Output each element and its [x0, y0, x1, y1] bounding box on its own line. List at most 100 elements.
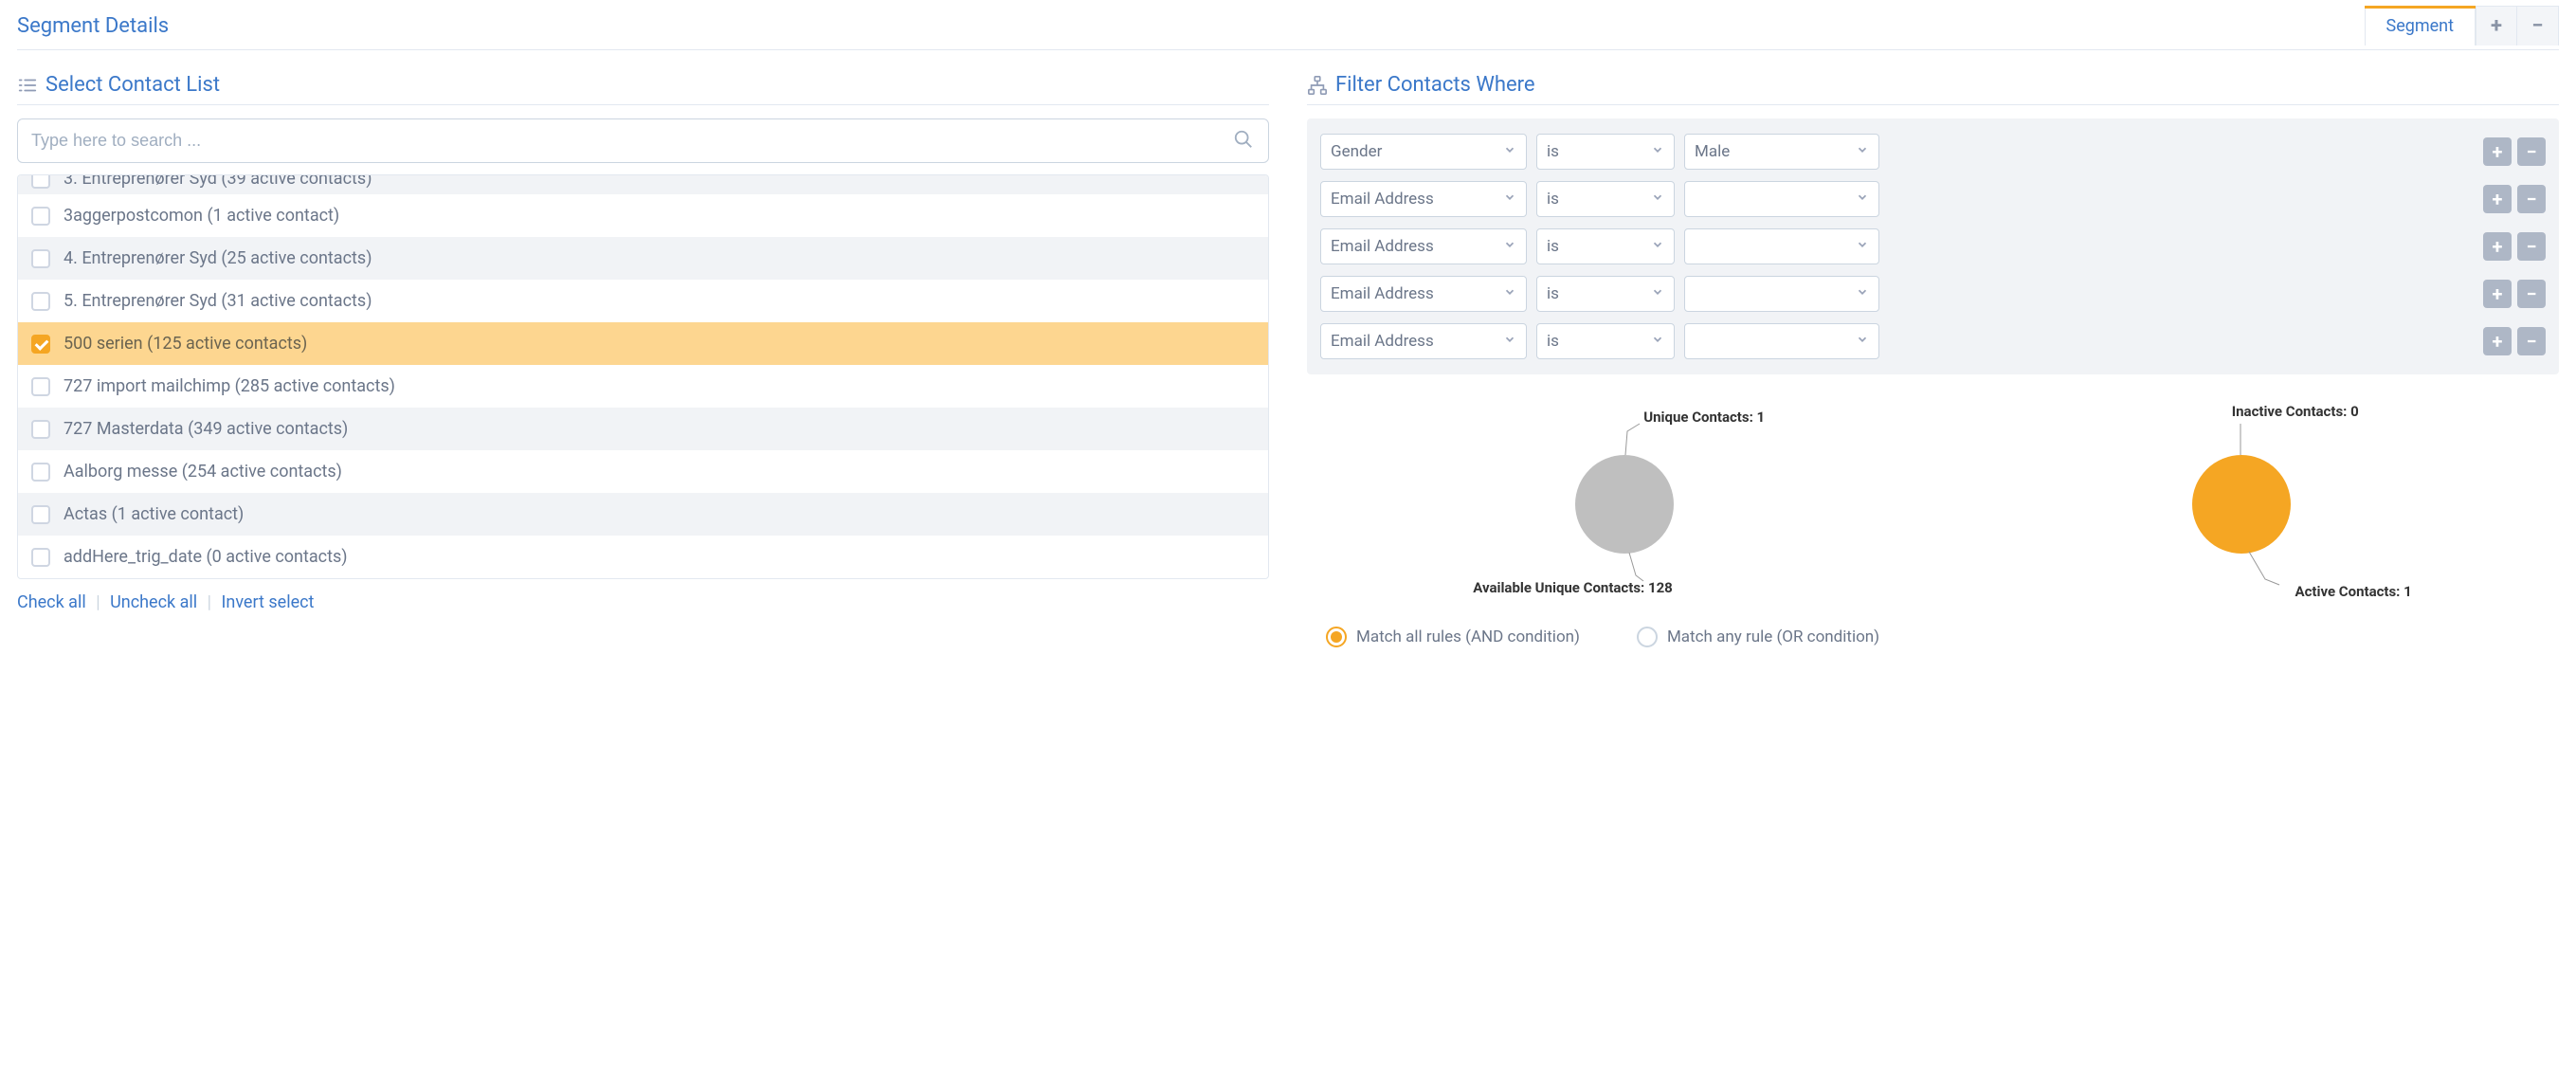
filter-operator-select[interactable]: is [1536, 228, 1675, 264]
separator: | [208, 592, 211, 612]
list-item[interactable]: Actas (1 active contact) [18, 493, 1268, 536]
filter-rows: GenderisMale+−Email Addressis+−Email Add… [1307, 118, 2559, 374]
add-filter-button[interactable]: + [2483, 232, 2512, 261]
add-filter-button[interactable]: + [2483, 327, 2512, 355]
checkbox-icon[interactable] [31, 548, 50, 567]
search-input[interactable] [17, 118, 1269, 163]
filter-operator-value: is [1547, 237, 1559, 256]
list-item[interactable]: Aalborg messe (254 active contacts) [18, 450, 1268, 493]
chevron-down-icon [1651, 332, 1664, 351]
filter-row: Email Address is +− [1320, 270, 2546, 318]
filter-operator-select[interactable]: is [1536, 134, 1675, 170]
hierarchy-icon [1307, 75, 1328, 96]
remove-filter-button[interactable]: − [2517, 185, 2546, 213]
list-item[interactable]: 500 serien (125 active contacts) [18, 322, 1268, 365]
chevron-down-icon [1856, 284, 1869, 303]
list-item-label: 3. Entreprenører Syd (39 active contacts… [63, 175, 372, 189]
add-filter-button[interactable]: + [2483, 137, 2512, 166]
uncheck-all-link[interactable]: Uncheck all [110, 592, 197, 612]
chevron-down-icon [1856, 332, 1869, 351]
plus-icon: + [2493, 330, 2503, 353]
list-item[interactable]: 727 Masterdata (349 active contacts) [18, 408, 1268, 450]
match-any-label: Match any rule (OR condition) [1667, 627, 1879, 646]
add-filter-button[interactable]: + [2483, 185, 2512, 213]
remove-filter-button[interactable]: − [2517, 137, 2546, 166]
filter-value-select[interactable] [1684, 228, 1879, 264]
chevron-down-icon [1856, 190, 1869, 209]
list-item-label: 5. Entreprenører Syd (31 active contacts… [63, 291, 372, 311]
minus-icon: − [2526, 235, 2536, 258]
filter-row: Email Address is +− [1320, 223, 2546, 270]
separator: | [96, 592, 100, 612]
filter-operator-select[interactable]: is [1536, 181, 1675, 217]
list-item[interactable]: 3. Entreprenører Syd (39 active contacts… [18, 175, 1268, 194]
match-mode-row: Match all rules (AND condition) Match an… [1307, 627, 2559, 647]
match-all-option[interactable]: Match all rules (AND condition) [1326, 627, 1580, 647]
list-item-label: Aalborg messe (254 active contacts) [63, 462, 342, 482]
filter-field-value: Email Address [1331, 190, 1434, 209]
checkbox-icon[interactable] [31, 207, 50, 226]
minus-icon: − [2526, 282, 2536, 305]
radio-icon [1637, 627, 1658, 647]
remove-tab-button[interactable]: − [2517, 6, 2559, 45]
radio-icon [1326, 627, 1347, 647]
list-actions: Check all | Uncheck all | Invert select [17, 592, 1269, 612]
filter-field-select[interactable]: Email Address [1320, 276, 1527, 312]
list-item-label: 727 import mailchimp (285 active contact… [63, 376, 395, 396]
match-any-option[interactable]: Match any rule (OR condition) [1637, 627, 1879, 647]
chevron-down-icon [1856, 237, 1869, 256]
checkbox-icon[interactable] [31, 249, 50, 268]
add-tab-button[interactable]: + [2476, 6, 2517, 45]
chevron-down-icon [1856, 142, 1869, 161]
remove-filter-button[interactable]: − [2517, 280, 2546, 308]
filter-field-select[interactable]: Email Address [1320, 228, 1527, 264]
search-icon [1233, 129, 1254, 154]
list-item[interactable]: 727 import mailchimp (285 active contact… [18, 365, 1268, 408]
list-item[interactable]: addHere_trig_date (0 active contacts) [18, 536, 1268, 578]
filter-operator-select[interactable]: is [1536, 276, 1675, 312]
filter-field-select[interactable]: Email Address [1320, 323, 1527, 359]
minus-icon: − [2526, 140, 2536, 163]
plus-icon: + [2493, 235, 2503, 258]
filter-field-value: Email Address [1331, 284, 1434, 303]
add-filter-button[interactable]: + [2483, 280, 2512, 308]
filter-field-select[interactable]: Email Address [1320, 181, 1527, 217]
select-contact-list-panel: Select Contact List 3. Entreprenører Syd… [17, 73, 1269, 647]
checkbox-icon[interactable] [31, 505, 50, 524]
checkbox-icon[interactable] [31, 377, 50, 396]
list-item[interactable]: 4. Entreprenører Syd (25 active contacts… [18, 237, 1268, 280]
list-item[interactable]: 5. Entreprenører Syd (31 active contacts… [18, 280, 1268, 322]
remove-filter-button[interactable]: − [2517, 232, 2546, 261]
page-title: Segment Details [17, 14, 169, 38]
checkbox-icon[interactable] [31, 335, 50, 354]
check-all-link[interactable]: Check all [17, 592, 86, 612]
checkbox-icon[interactable] [31, 292, 50, 311]
filter-value-select[interactable] [1684, 323, 1879, 359]
charts-area: Unique Contacts: 1 Available Unique Cont… [1307, 403, 2559, 602]
list-item[interactable]: 3aggerpostcomon (1 active contact) [18, 194, 1268, 237]
list-item-label: 3aggerpostcomon (1 active contact) [63, 206, 339, 226]
filter-operator-select[interactable]: is [1536, 323, 1675, 359]
filter-field-select[interactable]: Gender [1320, 134, 1527, 170]
remove-filter-button[interactable]: − [2517, 327, 2546, 355]
chevron-down-icon [1503, 332, 1516, 351]
list-item-label: 500 serien (125 active contacts) [63, 334, 307, 354]
filter-value-select[interactable] [1684, 276, 1879, 312]
checkbox-icon[interactable] [31, 420, 50, 439]
invert-select-link[interactable]: Invert select [221, 592, 314, 612]
minus-icon: − [2526, 330, 2536, 353]
filter-contacts-title-row: Filter Contacts Where [1307, 73, 2559, 105]
chevron-down-icon [1651, 142, 1664, 161]
checkbox-icon[interactable] [31, 463, 50, 482]
plus-icon: + [2491, 14, 2502, 38]
plus-icon: + [2493, 188, 2503, 210]
filter-value-select[interactable] [1684, 181, 1879, 217]
filter-row: Email Addressis +− [1320, 318, 2546, 365]
tab-segment[interactable]: Segment [2365, 6, 2476, 45]
chevron-down-icon [1503, 237, 1516, 256]
contact-list[interactable]: 3. Entreprenører Syd (39 active contacts… [17, 174, 1269, 579]
chevron-down-icon [1503, 142, 1516, 161]
select-contact-list-title-row: Select Contact List [17, 73, 1269, 105]
filter-value-select[interactable]: Male [1684, 134, 1879, 170]
checkbox-icon[interactable] [31, 175, 50, 189]
